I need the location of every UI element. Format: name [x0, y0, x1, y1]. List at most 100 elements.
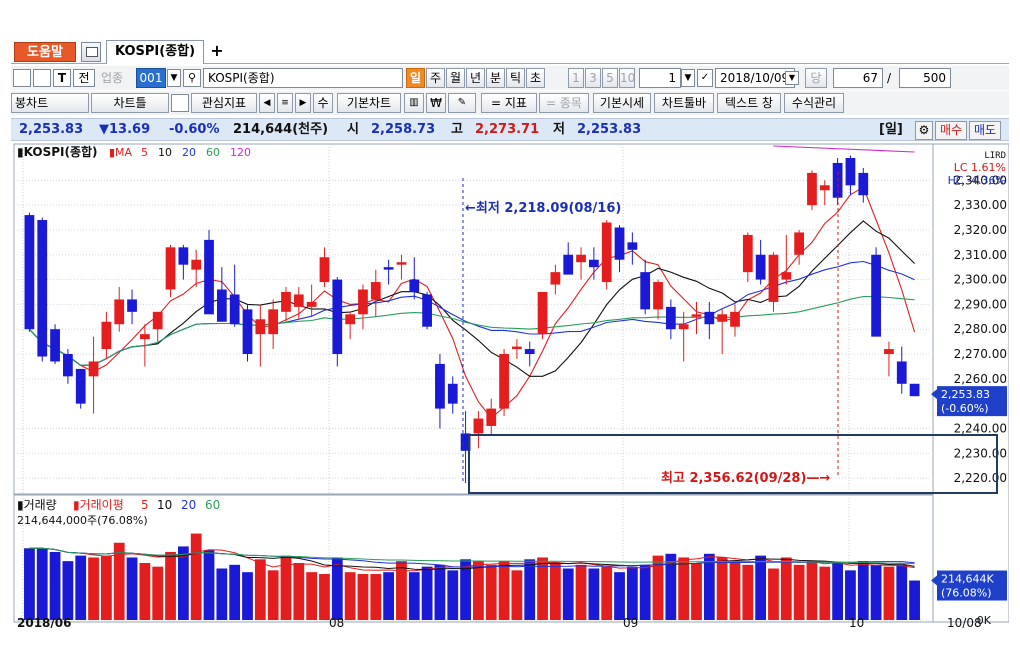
- check-icon[interactable]: ✓: [697, 69, 713, 87]
- document-icon[interactable]: [81, 42, 101, 62]
- candle-body: [512, 346, 522, 350]
- high-price: 2,273.71: [475, 122, 540, 137]
- candle-body: [884, 349, 894, 355]
- layout-icon[interactable]: [13, 69, 31, 87]
- volume-bar: [473, 561, 484, 620]
- code-field[interactable]: 001: [136, 68, 166, 88]
- text-icon[interactable]: T: [53, 69, 71, 87]
- volume-bar: [421, 566, 433, 620]
- x-axis-label: 08: [329, 616, 344, 628]
- numeric-button[interactable]: 수: [313, 93, 333, 113]
- ma-legend-60: 60: [206, 146, 220, 159]
- volume-bar: [691, 562, 702, 620]
- date-field[interactable]: 2018/10/09: [715, 68, 795, 88]
- scroll-right-icon[interactable]: ▶: [295, 93, 311, 113]
- price-change: ▼13.69: [99, 122, 151, 137]
- volume-bar: [909, 580, 920, 620]
- interval-button-0[interactable]: 1: [568, 68, 584, 88]
- period-button-3[interactable]: 년: [466, 68, 485, 88]
- volume-bar: [434, 564, 446, 620]
- volume-bar: [306, 572, 318, 620]
- price-tick-label: 2,240.00: [954, 421, 1007, 435]
- volume-bar: [639, 564, 651, 620]
- volume-bar: [190, 533, 202, 620]
- period-button-2[interactable]: 월: [446, 68, 465, 88]
- sell-button[interactable]: 매도: [969, 121, 1001, 140]
- candle-body: [499, 354, 509, 409]
- list-icon[interactable]: [33, 69, 51, 87]
- count-field[interactable]: 1: [639, 68, 681, 88]
- period-button-0[interactable]: 일: [406, 68, 425, 88]
- indicator-button[interactable]: = 지표: [481, 93, 537, 113]
- chevron-down-icon[interactable]: ▼: [167, 69, 181, 87]
- open-label: 시: [347, 122, 359, 137]
- stock-button[interactable]: = 종목: [539, 93, 589, 113]
- all-icon[interactable]: 전: [73, 69, 95, 87]
- candle-body: [127, 299, 137, 312]
- formula-button[interactable]: 수식관리: [784, 93, 844, 113]
- period-button-4[interactable]: 분: [486, 68, 505, 88]
- total-count-field[interactable]: 500: [899, 68, 951, 88]
- count-dropdown-icon[interactable]: ▼: [681, 69, 695, 87]
- candle-body: [63, 354, 73, 377]
- volume-bar: [254, 559, 266, 620]
- menu-icon[interactable]: ≡: [277, 93, 293, 113]
- dang-button[interactable]: 당: [805, 68, 827, 88]
- candle-body: [537, 291, 548, 335]
- date-dropdown-icon[interactable]: ▼: [785, 71, 799, 85]
- basic-chart-button[interactable]: 기본차트: [337, 93, 401, 113]
- buy-button[interactable]: 매수: [935, 121, 967, 140]
- chart-type-dropdown[interactable]: 봉차트: [11, 93, 89, 113]
- interest-indicator-button[interactable]: 관심지표: [191, 93, 257, 113]
- tool-icon[interactable]: ✎: [448, 93, 476, 113]
- candle-body: [781, 272, 792, 280]
- chart-toolbar-button[interactable]: 차트툴바: [654, 93, 714, 113]
- volume-bar: [100, 555, 112, 620]
- last-volume-label: 214,644K: [941, 573, 994, 586]
- candle-icon[interactable]: ▥: [404, 93, 424, 113]
- chart-tools-dropdown[interactable]: 차트틀: [91, 93, 169, 113]
- volume-bar: [293, 562, 305, 620]
- count-separator: /: [887, 71, 892, 85]
- scroll-left-icon[interactable]: ◀: [259, 93, 275, 113]
- gear-icon[interactable]: ⚙: [915, 121, 933, 140]
- search-icon[interactable]: ⚲: [183, 69, 201, 87]
- save-icon[interactable]: [171, 94, 189, 112]
- volume-bar: [24, 548, 35, 620]
- volume-bar: [152, 566, 164, 620]
- tab-kospi[interactable]: KOSPI(종합): [106, 40, 204, 64]
- volume-bar: [370, 574, 382, 620]
- ma-legend-10: 10: [158, 146, 172, 159]
- volume-bar: [729, 561, 741, 620]
- volume-bar: [229, 564, 241, 620]
- volume-bar: [549, 562, 561, 620]
- candle-body: [24, 215, 35, 330]
- volume-bar: [203, 550, 215, 620]
- add-tab-button[interactable]: +: [209, 41, 225, 61]
- volume-bar: [562, 568, 574, 620]
- volume-bar: [614, 572, 625, 620]
- volume-bar: [126, 557, 138, 620]
- candle-body: [88, 361, 99, 377]
- period-button-5[interactable]: 틱: [506, 68, 525, 88]
- chart-canvas[interactable]: 2,340.002,330.002,320.002,310.002,300.00…: [11, 142, 1009, 628]
- period-button-1[interactable]: 주: [426, 68, 445, 88]
- help-button[interactable]: 도움말: [14, 42, 76, 62]
- interval-button-2[interactable]: 5: [602, 68, 618, 88]
- symbol-name-field[interactable]: KOSPI(종합): [203, 68, 403, 88]
- volume-bar: [267, 570, 279, 620]
- candle-body: [191, 259, 202, 270]
- volume-bar: [626, 566, 638, 620]
- text-window-button[interactable]: 텍스트 창: [717, 93, 781, 113]
- period-buttons: 일주월년분틱초: [406, 66, 566, 90]
- view-count-field[interactable]: 67: [833, 68, 883, 88]
- chart-window: 도움말 KOSPI(종합) + T 전 업종 001 ▼ ⚲ KOSPI(종합)…: [11, 38, 1009, 628]
- volume-bar: [396, 561, 407, 620]
- interval-button-3[interactable]: 10: [619, 68, 635, 88]
- won-icon[interactable]: ₩: [426, 93, 446, 113]
- interval-button-1[interactable]: 3: [585, 68, 601, 88]
- basic-quote-button[interactable]: 기본시세: [593, 93, 651, 113]
- period-button-6[interactable]: 초: [526, 68, 545, 88]
- candle-body: [845, 158, 856, 186]
- ma-legend-120: 120: [230, 146, 251, 159]
